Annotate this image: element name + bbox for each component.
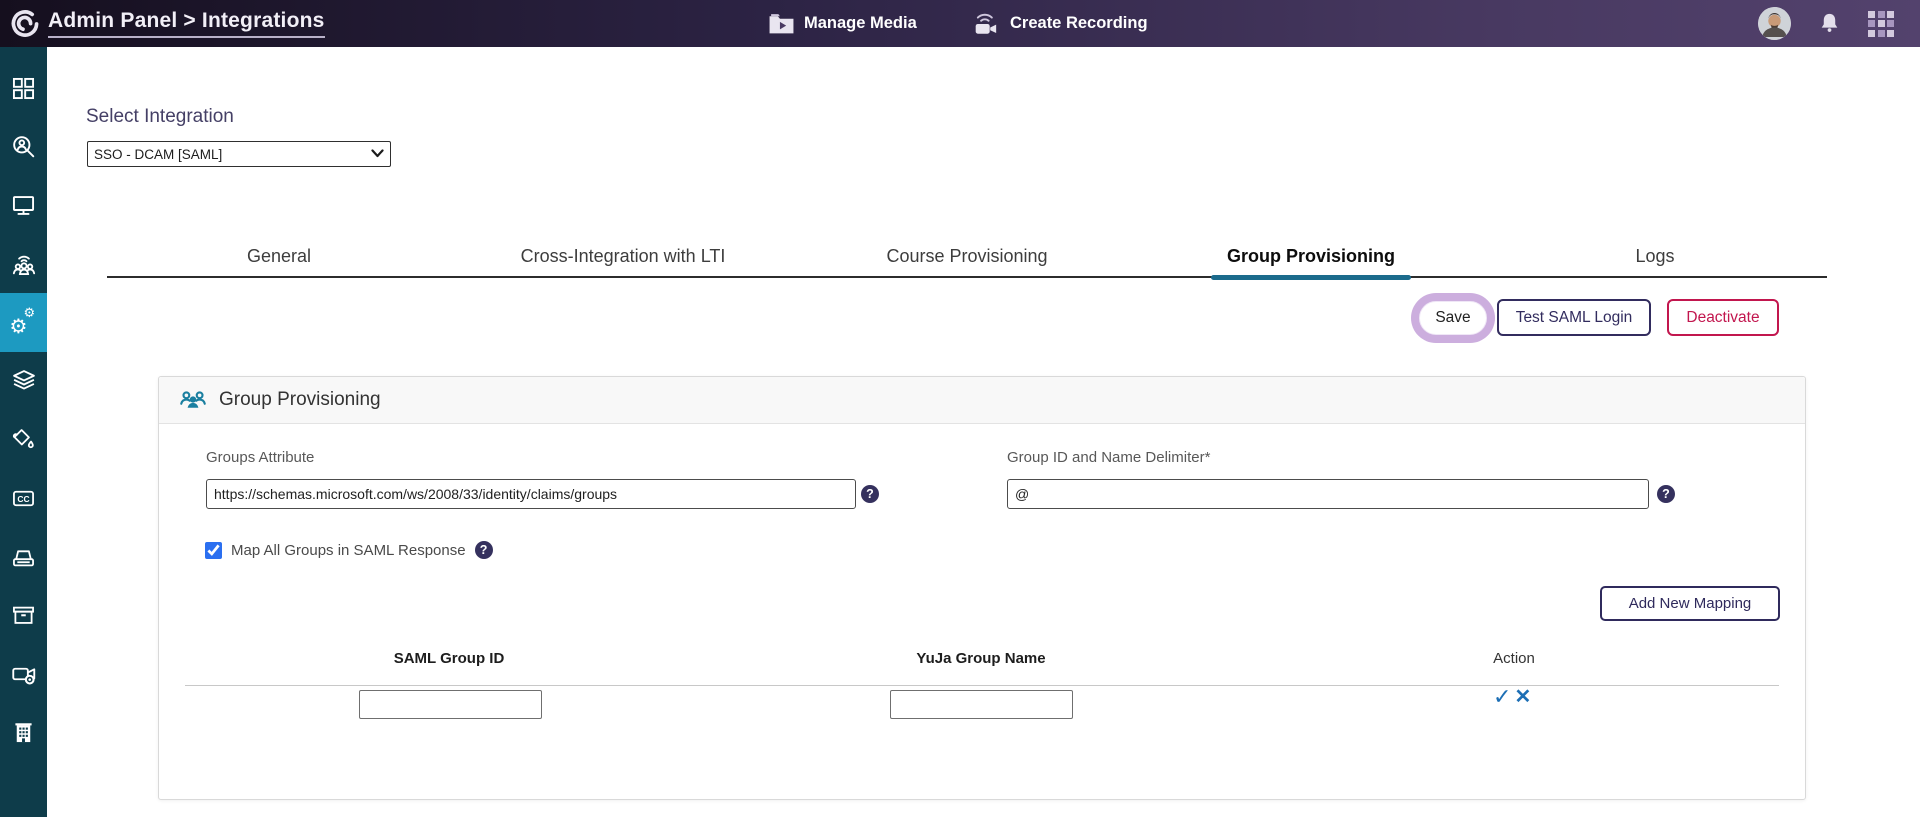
video-recorder-icon [10, 660, 38, 688]
integration-tabs: General Cross-Integration with LTI Cours… [107, 237, 1827, 278]
cancel-row-icon[interactable]: ✕ [1514, 687, 1531, 707]
column-header-yuja-group-name: YuJa Group Name [916, 650, 1045, 667]
sidebar-item-devices[interactable] [0, 176, 47, 235]
delimiter-label: Group ID and Name Delimiter* [1007, 449, 1210, 466]
yuja-logo[interactable] [9, 8, 41, 40]
sidebar-item-integrations[interactable]: ⚙ ⚙ [0, 293, 47, 352]
map-all-groups-label: Map All Groups in SAML Response [231, 542, 466, 559]
admin-panel-page: Admin Panel > Integrations Manage Media … [0, 0, 1920, 817]
sidebar-item-archive[interactable] [0, 586, 47, 645]
groups-attribute-input[interactable] [206, 479, 856, 509]
tab-logs[interactable]: Logs [1483, 237, 1827, 276]
page-title: Admin Panel > Integrations [48, 9, 325, 38]
card-header: Group Provisioning [159, 377, 1805, 424]
sidebar-item-live-audience[interactable] [0, 235, 47, 294]
audience-broadcast-icon [10, 250, 38, 278]
user-avatar[interactable] [1758, 7, 1791, 40]
column-header-saml-group-id: SAML Group ID [394, 650, 505, 667]
organization-building-icon [10, 719, 37, 746]
recorder-broadcast-icon [973, 11, 1001, 37]
monitor-icon [10, 192, 37, 219]
sidebar-item-branding[interactable] [0, 411, 47, 470]
tab-cross-integration-lti[interactable]: Cross-Integration with LTI [451, 237, 795, 276]
paint-bucket-icon [10, 426, 37, 453]
sidebar: ⚙ ⚙ CC [0, 47, 47, 817]
groups-attribute-help-icon[interactable]: ? [861, 485, 879, 503]
table-header-divider [185, 685, 1779, 686]
closed-captions-icon: CC [10, 485, 37, 512]
delimiter-help-icon[interactable]: ? [1657, 485, 1675, 503]
integration-select[interactable]: SSO - DCAM [SAML] [87, 141, 391, 167]
test-saml-login-button[interactable]: Test SAML Login [1497, 299, 1651, 336]
map-all-groups-help-icon[interactable]: ? [475, 541, 493, 559]
storage-drive-icon [10, 544, 37, 571]
confirm-row-icon[interactable]: ✓ [1493, 686, 1511, 708]
tab-course-provisioning[interactable]: Course Provisioning [795, 237, 1139, 276]
dashboard-grid-icon [10, 75, 37, 102]
create-recording-button[interactable]: Create Recording [973, 0, 1148, 47]
saml-group-id-input[interactable] [359, 690, 542, 719]
sidebar-item-recorder-settings[interactable] [0, 645, 47, 704]
map-all-groups-checkbox[interactable] [205, 542, 222, 559]
row-actions: ✓ ✕ [1493, 686, 1531, 708]
svg-text:CC: CC [17, 494, 29, 504]
sidebar-item-content-layers[interactable] [0, 352, 47, 411]
sidebar-item-dashboard[interactable] [0, 59, 47, 118]
group-provisioning-card: Group Provisioning Groups Attribute ? Gr… [158, 376, 1806, 800]
folder-play-icon [768, 12, 795, 36]
topbar-right-group [1758, 0, 1894, 47]
group-people-icon [178, 387, 208, 413]
column-header-action: Action [1493, 650, 1535, 667]
card-title: Group Provisioning [219, 389, 381, 411]
user-search-icon [10, 133, 37, 160]
settings-gears-icon: ⚙ ⚙ [9, 308, 39, 338]
save-button[interactable]: Save [1419, 301, 1487, 335]
notifications-bell-icon[interactable] [1817, 11, 1842, 36]
layers-icon [10, 367, 38, 395]
add-new-mapping-button[interactable]: Add New Mapping [1600, 586, 1780, 621]
select-integration-label: Select Integration [86, 106, 234, 128]
topbar: Admin Panel > Integrations Manage Media … [0, 0, 1920, 47]
create-recording-label: Create Recording [1010, 14, 1148, 33]
manage-media-button[interactable]: Manage Media [768, 0, 917, 47]
archive-box-icon [10, 602, 37, 629]
tab-general[interactable]: General [107, 237, 451, 276]
yuja-group-name-input[interactable] [890, 690, 1073, 719]
deactivate-button[interactable]: Deactivate [1667, 299, 1779, 336]
manage-media-label: Manage Media [804, 14, 917, 33]
sidebar-item-storage[interactable] [0, 528, 47, 587]
apps-grid-icon[interactable] [1868, 11, 1894, 37]
groups-attribute-label: Groups Attribute [206, 449, 314, 466]
map-all-groups-row: Map All Groups in SAML Response ? [205, 541, 493, 559]
integration-select-wrap: SSO - DCAM [SAML] [87, 141, 391, 167]
sidebar-item-captions[interactable]: CC [0, 469, 47, 528]
tab-group-provisioning[interactable]: Group Provisioning [1139, 237, 1483, 276]
sidebar-item-organization[interactable] [0, 704, 47, 763]
delimiter-input[interactable] [1007, 479, 1649, 509]
sidebar-item-user-search[interactable] [0, 118, 47, 177]
